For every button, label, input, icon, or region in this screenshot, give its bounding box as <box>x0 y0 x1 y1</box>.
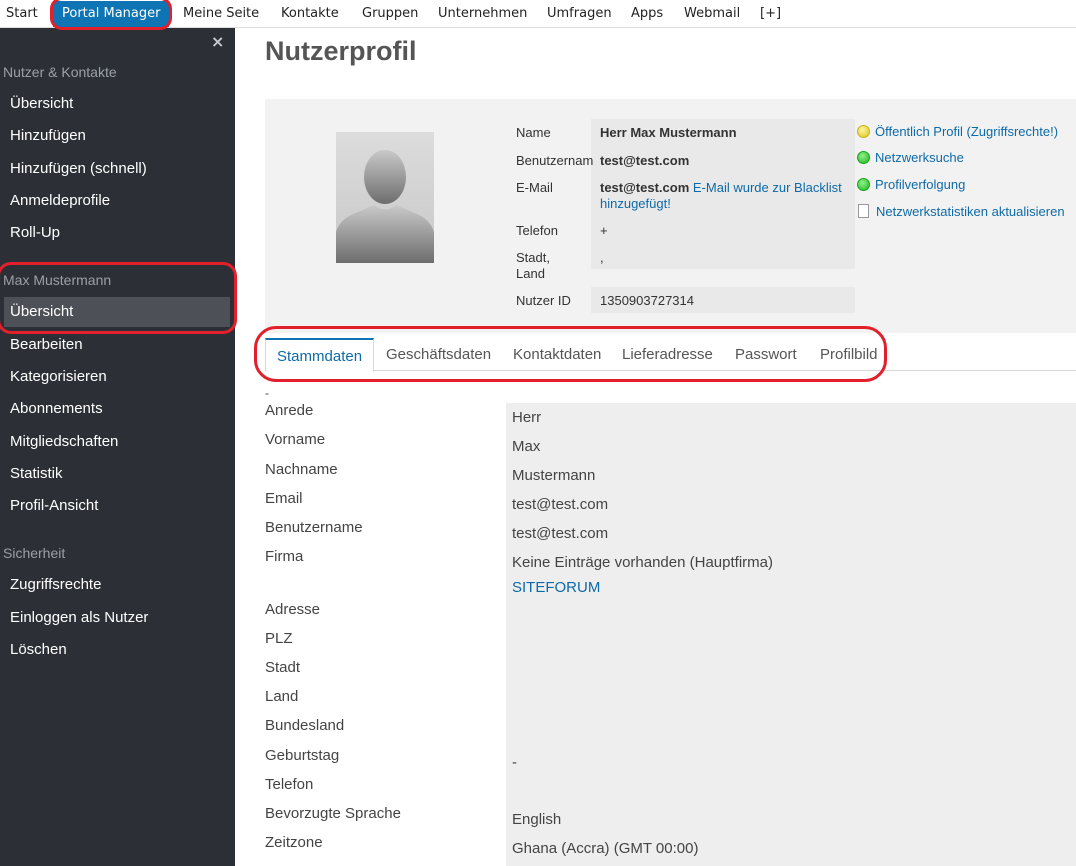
label-city-country: Stadt, Land <box>516 250 550 282</box>
value-benutzername: test@test.com <box>512 525 609 542</box>
sidebar-item-hinzufuegen[interactable]: Hinzufügen <box>0 121 235 151</box>
nav-apps[interactable]: Apps <box>631 0 663 28</box>
label-firma: Firma <box>265 548 304 565</box>
label-city: Stadt, <box>516 250 550 265</box>
label-email: Email <box>265 490 303 507</box>
label-benutzername: Benutzername <box>265 519 363 536</box>
tab-passwort[interactable]: Passwort <box>735 338 797 371</box>
label-nachname: Nachname <box>265 461 338 478</box>
nav-kontakte[interactable]: Kontakte <box>281 0 339 28</box>
yellow-status-dot-icon <box>857 125 870 138</box>
nav-gruppen[interactable]: Gruppen <box>362 0 418 28</box>
email-blacklist-note-cont[interactable]: hinzugefügt! <box>600 196 671 211</box>
label-adresse: Adresse <box>265 601 321 618</box>
sidebar-item-zugriffsrechte[interactable]: Zugriffsrechte <box>0 570 235 600</box>
action-profile-tracking[interactable]: Profilverfolgung <box>857 177 965 192</box>
top-navigation: Start Portal Manager Meine Seite Kontakt… <box>0 0 1076 28</box>
sidebar: × Nutzer & Kontakte Übersicht Hinzufügen… <box>0 28 235 866</box>
nav-add-more[interactable]: [+] <box>760 0 781 28</box>
value-email: test@test.com E-Mail wurde zur Blacklist… <box>600 180 855 212</box>
sidebar-item-abonnements[interactable]: Abonnements <box>0 394 235 424</box>
sidebar-section-nutzer-kontakte: Nutzer & Kontakte <box>3 64 117 80</box>
green-status-dot-icon <box>857 178 870 191</box>
profile-tabs: Stammdaten Geschäftsdaten Kontaktdaten L… <box>265 338 1076 372</box>
sidebar-item-bearbeiten[interactable]: Bearbeiten <box>0 330 235 360</box>
tab-stammdaten[interactable]: Stammdaten <box>265 338 375 372</box>
email-blacklist-note[interactable]: E-Mail wurde zur Blacklist <box>693 180 842 195</box>
value-username: test@test.com <box>600 153 690 168</box>
sidebar-section-sicherheit: Sicherheit <box>3 545 66 561</box>
value-email: test@test.com <box>512 496 609 513</box>
sidebar-section-user: Max Mustermann <box>3 272 112 288</box>
action-update-network-stats[interactable]: Netzwerkstatistiken aktualisieren <box>857 204 1065 219</box>
label-stadt: Stadt <box>265 659 301 676</box>
sidebar-item-user-uebersicht[interactable]: Übersicht <box>4 297 230 327</box>
label-zeitzone: Zeitzone <box>265 834 323 851</box>
action-update-network-stats-label[interactable]: Netzwerkstatistiken aktualisieren <box>876 204 1065 219</box>
nav-portal-manager[interactable]: Portal Manager <box>53 1 170 27</box>
sidebar-item-anmeldeprofile[interactable]: Anmeldeprofile <box>0 186 235 216</box>
form-dash: - <box>265 386 269 400</box>
document-icon <box>858 204 869 218</box>
sidebar-item-mitgliedschaften[interactable]: Mitgliedschaften <box>0 427 235 457</box>
label-email: E-Mail <box>516 180 553 195</box>
label-telefon: Telefon <box>265 776 314 793</box>
sidebar-item-einloggen-als-nutzer[interactable]: Einloggen als Nutzer <box>0 603 235 633</box>
tab-geschaeftsdaten[interactable]: Geschäftsdaten <box>386 338 491 371</box>
nav-umfragen[interactable]: Umfragen <box>547 0 612 28</box>
action-public-profile-label[interactable]: Öffentlich Profil (Zugriffsrechte!) <box>875 124 1058 139</box>
value-name: Herr Max Mustermann <box>600 125 737 140</box>
sidebar-item-kategorisieren[interactable]: Kategorisieren <box>0 362 235 392</box>
profile-panel: Name Herr Max Mustermann Benutzernam tes… <box>265 99 1076 333</box>
firma-link[interactable]: SITEFORUM <box>512 579 600 596</box>
action-network-search-label[interactable]: Netzwerksuche <box>875 150 964 165</box>
label-bundesland: Bundesland <box>265 717 345 734</box>
sidebar-item-loeschen[interactable]: Löschen <box>0 635 235 665</box>
value-nachname: Mustermann <box>512 467 596 484</box>
label-plz: PLZ <box>265 630 293 647</box>
value-vorname: Max <box>512 438 541 455</box>
value-anrede: Herr <box>512 409 542 426</box>
green-status-dot-icon <box>857 151 870 164</box>
close-sidebar-icon[interactable]: × <box>211 32 224 51</box>
value-phone: + <box>600 223 608 238</box>
avatar[interactable] <box>336 132 434 263</box>
label-geburtstag: Geburtstag <box>265 747 340 764</box>
nav-unternehmen[interactable]: Unternehmen <box>438 0 527 28</box>
action-network-search[interactable]: Netzwerksuche <box>857 150 964 165</box>
page-title: Nutzerprofil <box>265 36 417 66</box>
action-public-profile[interactable]: Öffentlich Profil (Zugriffsrechte!) <box>857 124 1058 139</box>
sidebar-item-hinzufuegen-schnell[interactable]: Hinzufügen (schnell) <box>0 154 235 184</box>
value-bevorzugte-sprache: English <box>512 811 562 828</box>
value-geburtstag: - <box>512 754 517 771</box>
label-land: Land <box>265 688 299 705</box>
tab-profilbild[interactable]: Profilbild <box>820 338 878 371</box>
action-profile-tracking-label[interactable]: Profilverfolgung <box>875 177 965 192</box>
sidebar-item-profil-ansicht[interactable]: Profil-Ansicht <box>0 491 235 521</box>
nav-webmail[interactable]: Webmail <box>684 0 740 28</box>
value-user-id: 1350903727314 <box>600 293 694 308</box>
sidebar-item-roll-up[interactable]: Roll-Up <box>0 218 235 248</box>
value-city: , <box>600 250 604 265</box>
email-address: test@test.com <box>600 180 690 195</box>
label-country: Land <box>516 266 545 281</box>
label-vorname: Vorname <box>265 431 326 448</box>
sidebar-item-statistik[interactable]: Statistik <box>0 459 235 489</box>
label-user-id: Nutzer ID <box>516 293 571 308</box>
sidebar-item-uebersicht[interactable]: Übersicht <box>0 89 235 119</box>
nav-start[interactable]: Start <box>6 0 38 28</box>
label-username: Benutzernam <box>516 153 594 168</box>
value-firma: Keine Einträge vorhanden (Hauptfirma) <box>512 554 773 571</box>
user-silhouette-icon <box>336 150 434 263</box>
tab-kontaktdaten[interactable]: Kontaktdaten <box>513 338 601 371</box>
label-anrede: Anrede <box>265 402 314 419</box>
label-bevorzugte-sprache: Bevorzugte Sprache <box>265 805 401 822</box>
tab-lieferadresse[interactable]: Lieferadresse <box>622 338 713 371</box>
value-zeitzone: Ghana (Accra) (GMT 00:00) <box>512 840 699 857</box>
label-phone: Telefon <box>516 223 558 238</box>
nav-meine-seite[interactable]: Meine Seite <box>183 0 259 28</box>
label-name: Name <box>516 125 551 140</box>
